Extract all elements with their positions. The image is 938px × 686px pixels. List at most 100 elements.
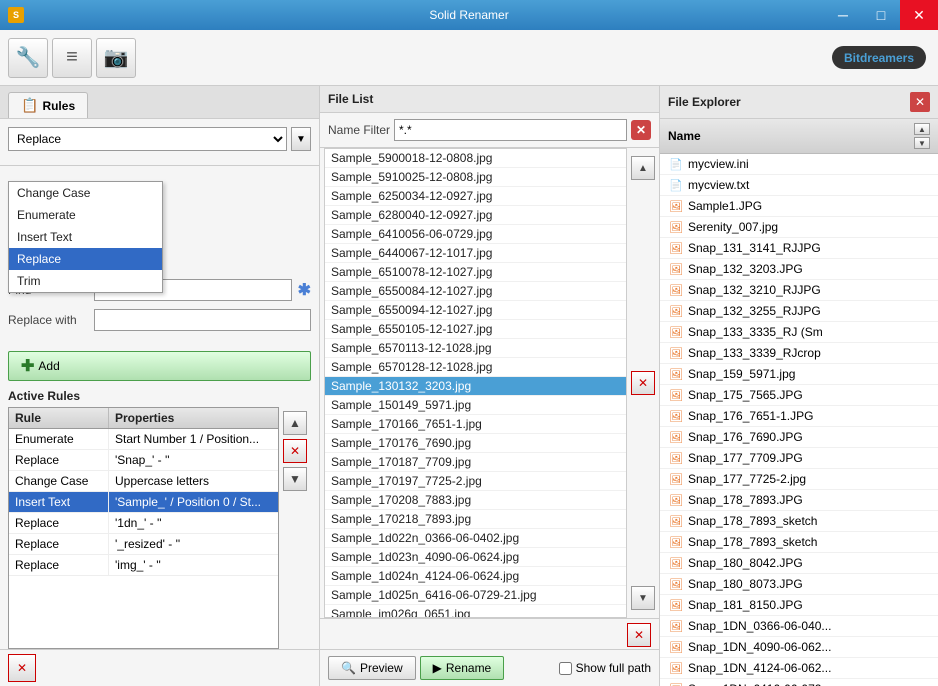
list-item[interactable]: 📄 mycview.txt xyxy=(660,175,938,196)
delete-file-button[interactable]: ✕ xyxy=(627,623,651,647)
active-rules-section: Active Rules Rule Properties Enumerate S… xyxy=(0,389,319,649)
list-item[interactable]: 🖼 Snap_159_5971.jpg xyxy=(660,364,938,385)
move-up-button[interactable]: ▲ xyxy=(283,411,307,435)
explorer-scroll-down[interactable]: ▼ xyxy=(914,137,930,149)
list-button[interactable]: ≡ xyxy=(52,38,92,78)
list-item[interactable]: Sample_im026g_0651.jpg xyxy=(325,605,626,618)
dropdown-item-insert-text[interactable]: Insert Text xyxy=(9,226,162,248)
minimize-button[interactable]: ─ xyxy=(824,0,862,30)
list-item[interactable]: Sample_170166_7651-1.jpg xyxy=(325,415,626,434)
dropdown-arrow-button[interactable]: ▼ xyxy=(291,127,311,151)
list-item[interactable]: 🖼 Snap_181_8150.JPG xyxy=(660,595,938,616)
list-item[interactable]: 🖼 Snap_132_3210_RJJPG xyxy=(660,280,938,301)
camera-button[interactable]: 📷 xyxy=(96,38,136,78)
list-item[interactable]: Sample_1d025n_6416-06-0729-21.jpg xyxy=(325,586,626,605)
list-item[interactable]: 🖼 Snap_1DN_0366-06-040... xyxy=(660,616,938,637)
list-item[interactable]: 🖼 Sample1.JPG xyxy=(660,196,938,217)
explorer-filename: Snap_131_3141_RJJPG xyxy=(688,241,821,255)
explorer-scroll-up[interactable]: ▲ xyxy=(914,123,930,135)
list-item[interactable]: 🖼 Snap_1DN_4124-06-062... xyxy=(660,658,938,679)
list-item[interactable]: Sample_170187_7709.jpg xyxy=(325,453,626,472)
list-item[interactable]: Sample_6550105-12-1027.jpg xyxy=(325,320,626,339)
list-item[interactable]: Sample_150149_5971.jpg xyxy=(325,396,626,415)
scroll-down-button[interactable]: ▼ xyxy=(631,586,655,610)
explorer-filename: Sample1.JPG xyxy=(688,199,762,213)
table-row[interactable]: Replace 'img_' - '' xyxy=(9,555,278,576)
list-item[interactable]: 🖼 Snap_178_7893.JPG xyxy=(660,490,938,511)
table-row[interactable]: Replace '_resized' - '' xyxy=(9,534,278,555)
list-item[interactable]: Sample_6280040-12-0927.jpg xyxy=(325,206,626,225)
dropdown-item-enumerate[interactable]: Enumerate xyxy=(9,204,162,226)
filter-clear-button[interactable]: ✕ xyxy=(631,120,651,140)
list-item[interactable]: 🖼 Snap_132_3203.JPG xyxy=(660,259,938,280)
list-item[interactable]: Sample_6250034-12-0927.jpg xyxy=(325,187,626,206)
list-item[interactable]: Sample_6510078-12-1027.jpg xyxy=(325,263,626,282)
list-item[interactable]: 🖼 Snap_133_3339_RJcrop xyxy=(660,343,938,364)
maximize-button[interactable]: □ xyxy=(862,0,900,30)
replace-with-input[interactable] xyxy=(94,309,311,331)
list-item[interactable]: 🖼 Snap_178_7893_sketch xyxy=(660,511,938,532)
list-item[interactable]: Sample_170218_7893.jpg xyxy=(325,510,626,529)
table-row[interactable]: Replace 'Snap_' - '' xyxy=(9,450,278,471)
preview-button[interactable]: 🔍 Preview xyxy=(328,656,416,680)
explorer-filename: Snap_176_7651-1.JPG xyxy=(688,409,813,423)
list-item[interactable]: Sample_170176_7690.jpg xyxy=(325,434,626,453)
list-item[interactable]: 🖼 Snap_176_7690.JPG xyxy=(660,427,938,448)
list-item[interactable]: Sample_6550094-12-1027.jpg xyxy=(325,301,626,320)
list-item[interactable]: Sample_6570128-12-1028.jpg xyxy=(325,358,626,377)
table-row[interactable]: Change Case Uppercase letters xyxy=(9,471,278,492)
list-item[interactable]: 🖼 Snap_132_3255_RJJPG xyxy=(660,301,938,322)
scroll-up-button[interactable]: ▲ xyxy=(631,156,655,180)
remove-file-button[interactable]: ✕ xyxy=(631,371,655,395)
file-icon: 🖼 xyxy=(668,324,684,340)
list-item[interactable]: 🖼 Snap_176_7651-1.JPG xyxy=(660,406,938,427)
table-row[interactable]: Replace '1dn_' - '' xyxy=(9,513,278,534)
list-item[interactable]: 🖼 Snap_1DN_4090-06-062... xyxy=(660,637,938,658)
rule-type-dropdown[interactable]: Replace xyxy=(8,127,287,151)
rename-button[interactable]: ▶ Rename xyxy=(420,656,505,680)
dropdown-item-replace[interactable]: Replace xyxy=(9,248,162,270)
list-item[interactable]: Sample_1d023n_4090-06-0624.jpg xyxy=(325,548,626,567)
delete-all-button[interactable]: ✕ xyxy=(8,654,36,682)
list-item[interactable]: 🖼 Snap_131_3141_RJJPG xyxy=(660,238,938,259)
list-item[interactable]: Sample_170197_7725-2.jpg xyxy=(325,472,626,491)
list-item[interactable]: 🖼 Snap_1DN_6416-06-072... xyxy=(660,679,938,686)
tab-rules[interactable]: 📋 Rules xyxy=(8,92,88,118)
dropdown-item-change-case[interactable]: Change Case xyxy=(9,182,162,204)
list-item[interactable]: Sample_6570113-12-1028.jpg xyxy=(325,339,626,358)
list-item[interactable]: 🖼 Serenity_007.jpg xyxy=(660,217,938,238)
list-item[interactable]: Sample_1d024n_4124-06-0624.jpg xyxy=(325,567,626,586)
list-item[interactable]: Sample_130132_3203.jpg xyxy=(325,377,626,396)
list-item[interactable]: 🖼 Snap_133_3335_RJ (Sm xyxy=(660,322,938,343)
list-item[interactable]: Sample_5910025-12-0808.jpg xyxy=(325,168,626,187)
list-item[interactable]: 📄 mycview.ini xyxy=(660,154,938,175)
tools-button[interactable]: 🔧 xyxy=(8,38,48,78)
list-item[interactable]: Sample_6440067-12-1017.jpg xyxy=(325,244,626,263)
file-icon: 🖼 xyxy=(668,618,684,634)
list-item[interactable]: Sample_170208_7883.jpg xyxy=(325,491,626,510)
list-item[interactable]: Sample_6410056-06-0729.jpg xyxy=(325,225,626,244)
list-item[interactable]: Sample_6550084-12-1027.jpg xyxy=(325,282,626,301)
list-item[interactable]: 🖼 Snap_175_7565.JPG xyxy=(660,385,938,406)
table-row[interactable]: Enumerate Start Number 1 / Position... xyxy=(9,429,278,450)
explorer-filename: Snap_133_3335_RJ (Sm xyxy=(688,325,823,339)
file-explorer-close-button[interactable]: ✕ xyxy=(910,92,930,112)
list-item[interactable]: Sample_1d022n_0366-06-0402.jpg xyxy=(325,529,626,548)
list-item[interactable]: 🖼 Snap_180_8073.JPG xyxy=(660,574,938,595)
filter-input[interactable] xyxy=(394,119,627,141)
add-button[interactable]: ✚ Add xyxy=(8,351,311,381)
table-row[interactable]: Insert Text 'Sample_' / Position 0 / St.… xyxy=(9,492,278,513)
delete-rule-button[interactable]: ✕ xyxy=(283,439,307,463)
file-icon: 🖼 xyxy=(668,198,684,214)
list-item[interactable]: 🖼 Snap_177_7725-2.jpg xyxy=(660,469,938,490)
rule-selector: Replace ▼ xyxy=(0,119,319,166)
list-item[interactable]: 🖼 Snap_178_7893_sketch xyxy=(660,532,938,553)
show-full-path-checkbox[interactable] xyxy=(559,662,572,675)
list-item[interactable]: 🖼 Snap_177_7709.JPG xyxy=(660,448,938,469)
list-item[interactable]: 🖼 Snap_180_8042.JPG xyxy=(660,553,938,574)
move-down-button[interactable]: ▼ xyxy=(283,467,307,491)
dropdown-item-trim[interactable]: Trim xyxy=(9,270,162,292)
list-item[interactable]: Sample_5900018-12-0808.jpg xyxy=(325,149,626,168)
file-icon: 🖼 xyxy=(668,261,684,277)
close-button[interactable]: ✕ xyxy=(900,0,938,30)
